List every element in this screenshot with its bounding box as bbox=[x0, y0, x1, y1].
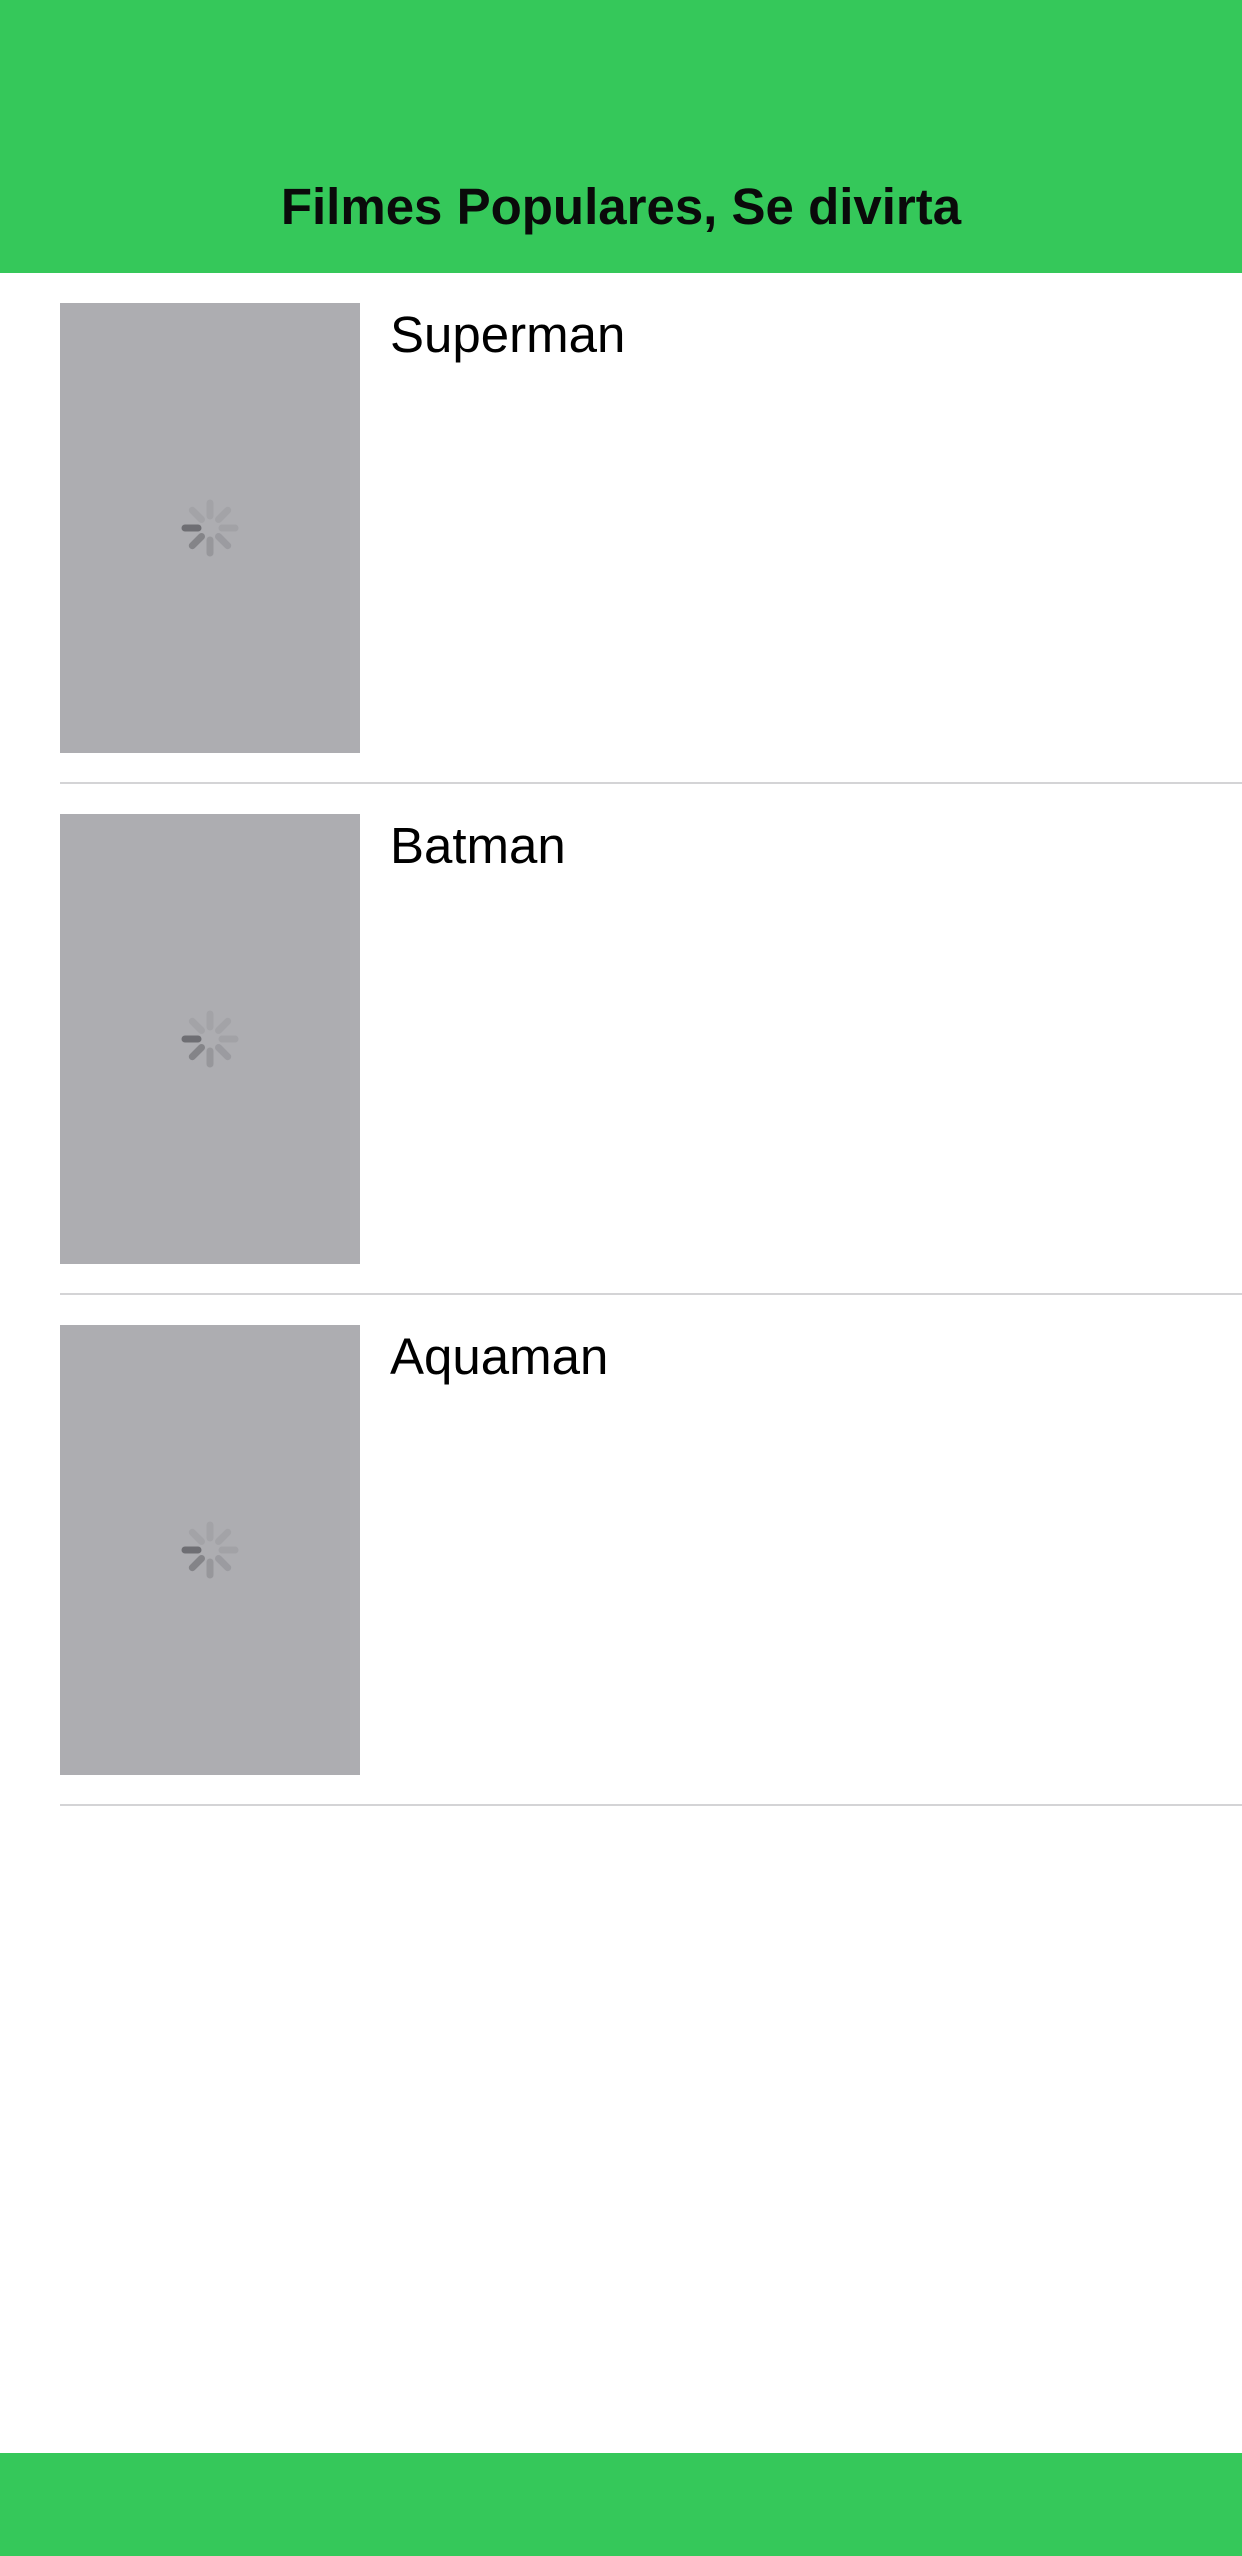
row-separator bbox=[60, 1804, 1242, 1806]
activity-spinner-icon bbox=[181, 499, 239, 557]
movie-title: Superman bbox=[390, 306, 626, 363]
movie-list[interactable]: Superman Batman Aquaman bbox=[0, 273, 1242, 1806]
activity-spinner-icon bbox=[181, 1010, 239, 1068]
movie-title: Batman bbox=[390, 817, 566, 874]
movie-poster bbox=[60, 814, 360, 1264]
movie-title: Aquaman bbox=[390, 1328, 609, 1385]
movie-row-aquaman[interactable]: Aquaman bbox=[0, 1295, 1242, 1806]
activity-spinner-icon bbox=[181, 1521, 239, 1579]
screen: Filmes Populares, Se divirta Superman Ba… bbox=[0, 0, 1242, 2556]
movie-poster bbox=[60, 1325, 360, 1775]
bottom-bar bbox=[0, 2453, 1242, 2556]
movie-row-superman[interactable]: Superman bbox=[0, 273, 1242, 784]
movie-row-batman[interactable]: Batman bbox=[0, 784, 1242, 1295]
navigation-bar: Filmes Populares, Se divirta bbox=[0, 0, 1242, 273]
movie-poster bbox=[60, 303, 360, 753]
page-title: Filmes Populares, Se divirta bbox=[280, 178, 962, 235]
